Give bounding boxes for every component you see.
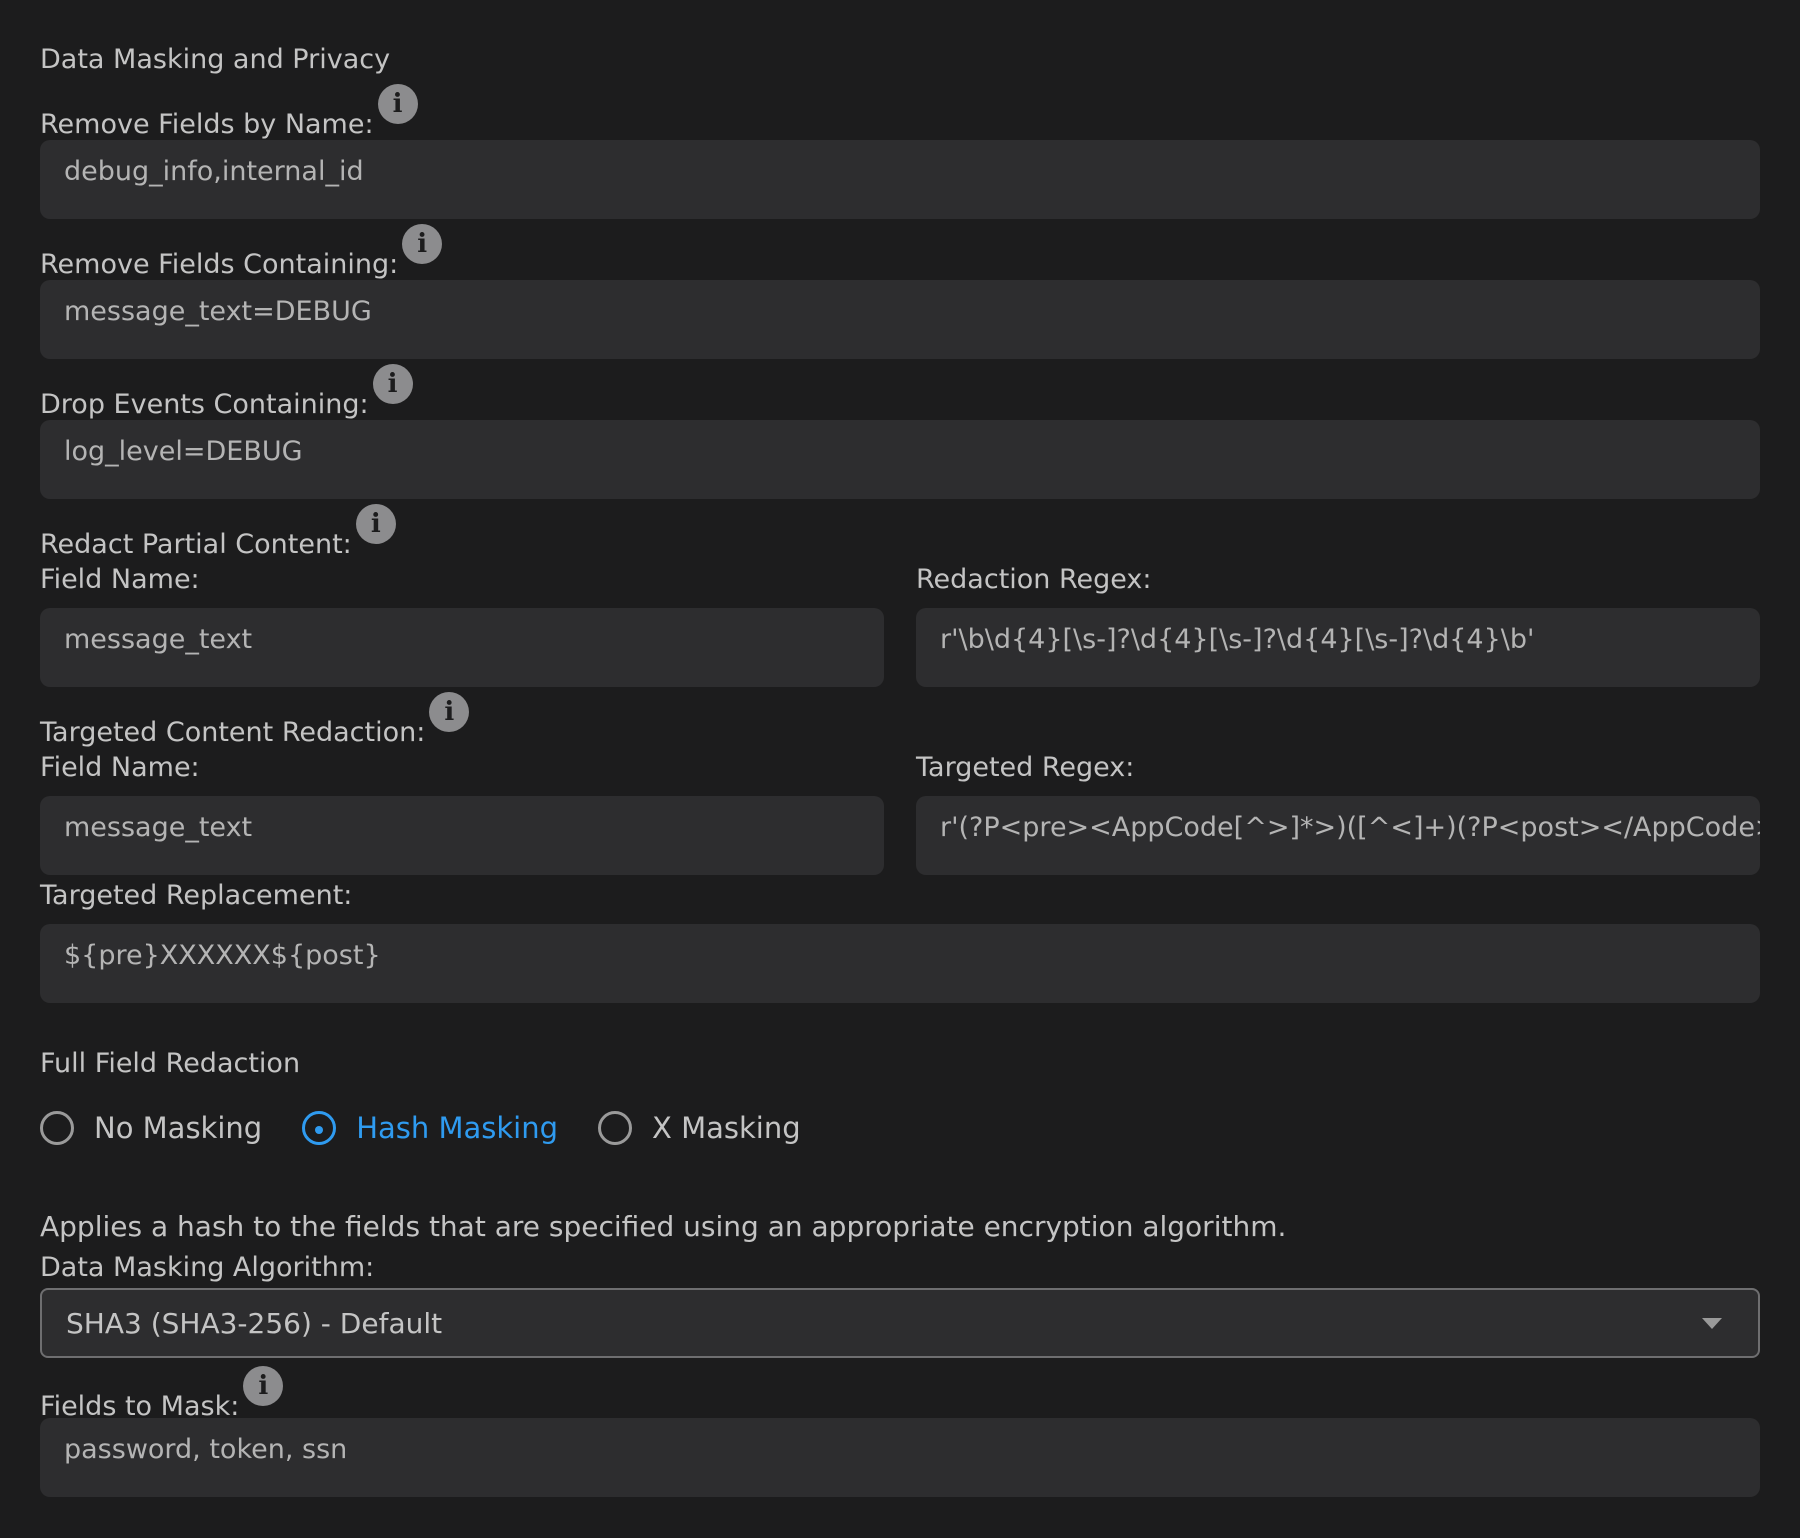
- full-field-redaction-title: Full Field Redaction: [40, 1048, 301, 1079]
- section-title: Data Masking and Privacy: [40, 44, 391, 75]
- algorithm-select[interactable]: SHA3 (SHA3-256) - Default: [40, 1288, 1760, 1358]
- info-icon[interactable]: i: [372, 364, 413, 404]
- info-icon[interactable]: i: [355, 504, 396, 544]
- masking-radio-group: No Masking Hash Masking X Masking: [40, 1106, 841, 1150]
- radio-x-masking[interactable]: X Masking: [598, 1111, 801, 1145]
- info-icon[interactable]: i: [402, 224, 443, 264]
- radio-label: No Masking: [94, 1111, 263, 1145]
- info-icon[interactable]: i: [243, 1366, 284, 1406]
- remove-containing-label-text: Remove Fields Containing:: [40, 249, 399, 280]
- drop-events-label: Drop Events Containing: i: [40, 364, 413, 420]
- chevron-down-icon[interactable]: [1702, 1318, 1722, 1329]
- info-icon[interactable]: i: [429, 692, 470, 732]
- algorithm-label: Data Masking Algorithm:: [40, 1252, 375, 1283]
- redaction-regex-label: Redaction Regex:: [916, 564, 1152, 595]
- redact-field-name-label: Field Name:: [40, 564, 200, 595]
- remove-containing-label: Remove Fields Containing: i: [40, 224, 443, 280]
- radio-circle[interactable]: [40, 1111, 74, 1145]
- targeted-field-name-input[interactable]: message_text: [40, 796, 884, 875]
- redaction-regex-input[interactable]: r'\b\d{4}[\s-]?\d{4}[\s-]?\d{4}[\s-]?\d{…: [916, 608, 1760, 687]
- redact-partial-label: Redact Partial Content: i: [40, 504, 396, 560]
- remove-by-name-label-text: Remove Fields by Name:: [40, 109, 374, 140]
- fields-to-mask-input[interactable]: password, token, ssn: [40, 1418, 1760, 1497]
- drop-events-label-text: Drop Events Containing:: [40, 389, 369, 420]
- radio-circle[interactable]: [598, 1111, 633, 1145]
- targeted-field-name-label: Field Name:: [40, 752, 200, 783]
- redact-partial-label-text: Redact Partial Content:: [40, 529, 352, 560]
- targeted-regex-input[interactable]: r'(?P<pre><AppCode[^>]*>)([^<]+)(?P<post…: [916, 796, 1760, 875]
- fields-to-mask-label: Fields to Mask: i: [40, 1366, 284, 1422]
- masking-description: Applies a hash to the fields that are sp…: [40, 1210, 1287, 1243]
- targeted-replacement-label: Targeted Replacement:: [40, 880, 353, 911]
- remove-by-name-label: Remove Fields by Name: i: [40, 84, 418, 140]
- targeted-replacement-input[interactable]: ${pre}XXXXXX${post}: [40, 924, 1760, 1003]
- radio-circle[interactable]: [302, 1111, 337, 1145]
- targeted-regex-label: Targeted Regex:: [916, 752, 1135, 783]
- remove-containing-input[interactable]: message_text=DEBUG: [40, 280, 1760, 359]
- redact-field-name-input[interactable]: message_text: [40, 608, 884, 687]
- radio-label: Hash Masking: [356, 1111, 559, 1145]
- radio-hash-masking[interactable]: Hash Masking: [302, 1111, 558, 1145]
- data-masking-panel: Data Masking and Privacy Remove Fields b…: [0, 0, 1800, 1538]
- radio-no-masking[interactable]: No Masking: [40, 1111, 262, 1145]
- radio-label: X Masking: [652, 1111, 801, 1145]
- drop-events-input[interactable]: log_level=DEBUG: [40, 420, 1760, 499]
- remove-by-name-input[interactable]: debug_info,internal_id: [40, 140, 1760, 219]
- targeted-redaction-label-text: Targeted Content Redaction:: [40, 717, 426, 748]
- info-icon[interactable]: i: [377, 84, 418, 124]
- targeted-redaction-label: Targeted Content Redaction: i: [40, 692, 470, 748]
- algorithm-selected-value: SHA3 (SHA3-256) - Default: [66, 1306, 443, 1340]
